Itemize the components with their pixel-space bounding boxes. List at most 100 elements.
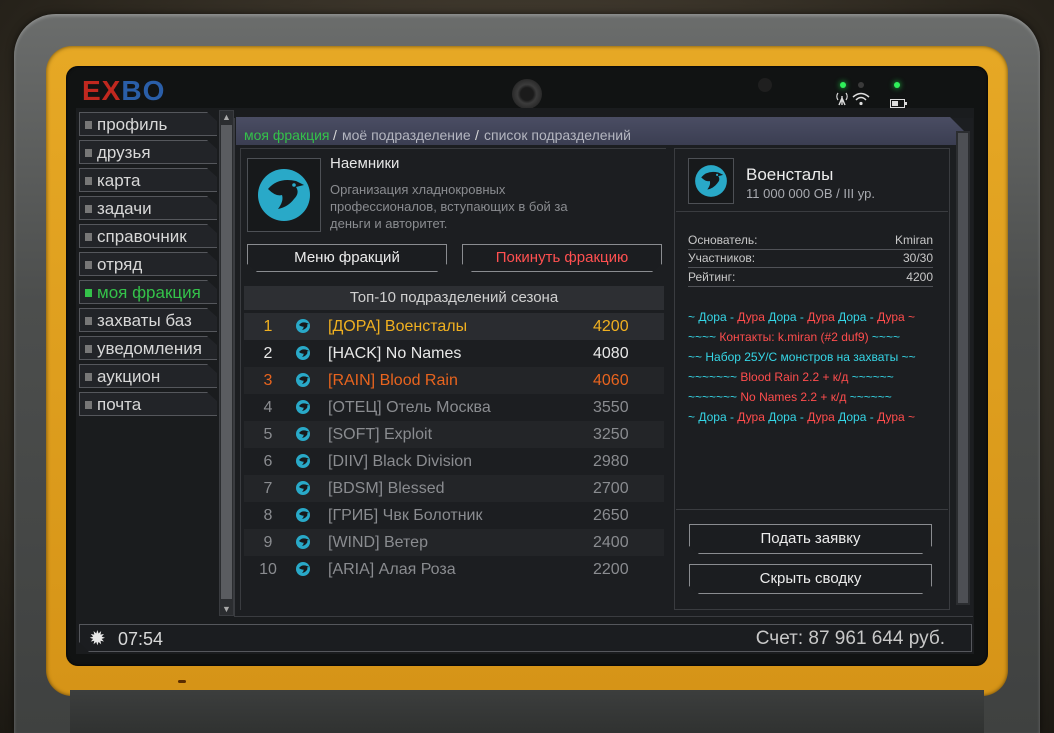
faction-name: Наемники bbox=[330, 155, 400, 172]
table-row[interactable]: 2 [HACK] No Names 4080 bbox=[244, 340, 664, 367]
row-name: [ГРИБ] Чвк Болотник bbox=[328, 507, 483, 524]
eagle-emblem-icon bbox=[296, 346, 310, 360]
sidebar-item[interactable]: моя фракция bbox=[79, 280, 217, 304]
sidebar-item-label: моя фракция bbox=[97, 283, 201, 302]
menu-bullet-icon bbox=[85, 261, 92, 269]
menu-bullet-icon bbox=[85, 401, 92, 409]
eagle-emblem-icon bbox=[296, 535, 310, 549]
stat-label: Рейтинг: bbox=[688, 270, 736, 284]
menu-bullet-icon bbox=[85, 289, 92, 297]
row-score: 2200 bbox=[593, 561, 629, 578]
eagle-emblem-icon bbox=[296, 400, 310, 414]
row-score: 4060 bbox=[593, 372, 629, 389]
sidebar-item[interactable]: карта bbox=[79, 168, 217, 192]
faction-menu-button[interactable]: Меню фракций bbox=[247, 244, 447, 272]
signal-led-icon bbox=[840, 82, 846, 88]
sidebar-scrollbar[interactable]: ▲ ▼ bbox=[219, 110, 234, 616]
scrollbar-thumb[interactable] bbox=[958, 133, 968, 603]
row-rank: 6 bbox=[263, 453, 273, 470]
menu-bullet-icon bbox=[85, 205, 92, 213]
table-row[interactable]: 3 [RAIN] Blood Rain 4060 bbox=[244, 367, 664, 394]
leave-faction-button[interactable]: Покинуть фракцию bbox=[462, 244, 662, 272]
message-segment: ~~~~~~ bbox=[849, 390, 892, 404]
subdivision-subtitle: 11 000 000 ОВ / III ур. bbox=[746, 186, 875, 201]
apply-button[interactable]: Подать заявку bbox=[689, 524, 932, 554]
row-rank: 4 bbox=[263, 399, 273, 416]
breadcrumb-separator: / bbox=[333, 127, 337, 143]
stat-label: Участников: bbox=[688, 251, 756, 265]
message-line: ~~~~~~~ No Names 2.2 + к/д ~~~~~~ bbox=[688, 387, 938, 407]
tablet-bottom-grip bbox=[70, 690, 984, 733]
table-row[interactable]: 4 [ОТЕЦ] Отель Москва 3550 bbox=[244, 394, 664, 421]
clock: 07:54 bbox=[118, 629, 164, 649]
table-row[interactable]: 9 [WIND] Ветер 2400 bbox=[244, 529, 664, 556]
breadcrumb-subdivision-list[interactable]: список подразделений bbox=[484, 126, 631, 144]
sidebar-item-label: захваты баз bbox=[97, 311, 192, 330]
eagle-emblem-icon bbox=[296, 562, 310, 576]
faction-logo bbox=[247, 158, 321, 232]
message-segment: ~~~~~~~ bbox=[688, 390, 741, 404]
row-score: 4080 bbox=[593, 345, 629, 362]
message-segment: Дора - bbox=[838, 310, 878, 324]
message-line: ~~~~~~~ Blood Rain 2.2 + к/д ~~~~~~ bbox=[688, 367, 938, 387]
sidebar-item[interactable]: задачи bbox=[79, 196, 217, 220]
row-name: [SOFT] Exploit bbox=[328, 426, 433, 443]
row-name: [HACK] No Names bbox=[328, 345, 462, 362]
menu-bullet-icon bbox=[85, 317, 92, 325]
menu-bullet-icon bbox=[85, 121, 92, 129]
message-segment: ~ Дора - bbox=[688, 410, 738, 424]
sidebar-item[interactable]: уведомления bbox=[79, 336, 217, 360]
sidebar-item[interactable]: друзья bbox=[79, 140, 217, 164]
menu-bullet-icon bbox=[85, 149, 92, 157]
content-scrollbar[interactable] bbox=[956, 131, 970, 605]
message-segment: Дура bbox=[807, 410, 839, 424]
sidebar-item[interactable]: аукцион bbox=[79, 364, 217, 388]
message-segment: Дура bbox=[737, 310, 769, 324]
message-line: ~~~~ Контакты: k.miran (#2 duf9) ~~~~ bbox=[688, 327, 938, 347]
row-name: [DIIV] Black Division bbox=[328, 453, 473, 470]
sidebar-item-label: уведомления bbox=[97, 339, 202, 358]
scrollbar-thumb[interactable] bbox=[221, 125, 232, 599]
eagle-emblem-icon bbox=[296, 508, 310, 522]
table-row[interactable]: 5 [SOFT] Exploit 3250 bbox=[244, 421, 664, 448]
menu-bullet-icon bbox=[85, 177, 92, 185]
sidebar-item[interactable]: почта bbox=[79, 392, 217, 416]
sidebar-item[interactable]: справочник bbox=[79, 224, 217, 248]
idle-led-icon bbox=[858, 82, 864, 88]
scroll-up-icon[interactable]: ▲ bbox=[221, 111, 232, 123]
scroll-down-icon[interactable]: ▼ bbox=[221, 603, 232, 615]
subdivision-name: Военсталы bbox=[746, 165, 834, 184]
sidebar-item-label: почта bbox=[97, 395, 142, 414]
eagle-emblem-icon bbox=[296, 427, 310, 441]
breadcrumb-my-faction[interactable]: моя фракция bbox=[244, 126, 330, 144]
divider bbox=[676, 509, 948, 510]
breadcrumb-my-subdivision[interactable]: моё подразделение bbox=[342, 126, 471, 144]
row-score: 2700 bbox=[593, 480, 629, 497]
sidebar-item-label: отряд bbox=[97, 255, 143, 274]
row-name: [WIND] Ветер bbox=[328, 534, 428, 551]
table-row[interactable]: 8 [ГРИБ] Чвк Болотник 2650 bbox=[244, 502, 664, 529]
row-score: 2400 bbox=[593, 534, 629, 551]
eagle-emblem-icon bbox=[258, 169, 310, 221]
battery-led-icon bbox=[894, 82, 900, 88]
table-row[interactable]: 7 [BDSM] Blessed 2700 bbox=[244, 475, 664, 502]
row-rank: 9 bbox=[263, 534, 273, 551]
top10-title: Топ-10 подразделений сезона bbox=[244, 286, 664, 310]
row-score: 2650 bbox=[593, 507, 629, 524]
table-row[interactable]: 10 [ARIA] Алая Роза 2200 bbox=[244, 556, 664, 583]
sidebar-item[interactable]: захваты баз bbox=[79, 308, 217, 332]
eagle-emblem-icon bbox=[296, 319, 310, 333]
sidebar-item[interactable]: профиль bbox=[79, 112, 217, 136]
sidebar-item-label: друзья bbox=[97, 143, 151, 162]
stat-value: Kmiran bbox=[894, 233, 933, 247]
message-segment: Дора - bbox=[838, 410, 878, 424]
message-segment: Дора - bbox=[768, 310, 808, 324]
message-line: ~ Дора - Дура Дора - Дура Дора - Дура ~ bbox=[688, 307, 938, 327]
hide-summary-button[interactable]: Скрыть сводку bbox=[689, 564, 932, 594]
sidebar-item[interactable]: отряд bbox=[79, 252, 217, 276]
message-line: ~~ Набор 25У/С монстров на захваты ~~ bbox=[688, 347, 938, 367]
eagle-emblem-icon bbox=[296, 454, 310, 468]
table-row[interactable]: 1 [ДОРА] Военсталы 4200 bbox=[244, 313, 664, 340]
row-rank: 3 bbox=[263, 372, 273, 389]
table-row[interactable]: 6 [DIIV] Black Division 2980 bbox=[244, 448, 664, 475]
